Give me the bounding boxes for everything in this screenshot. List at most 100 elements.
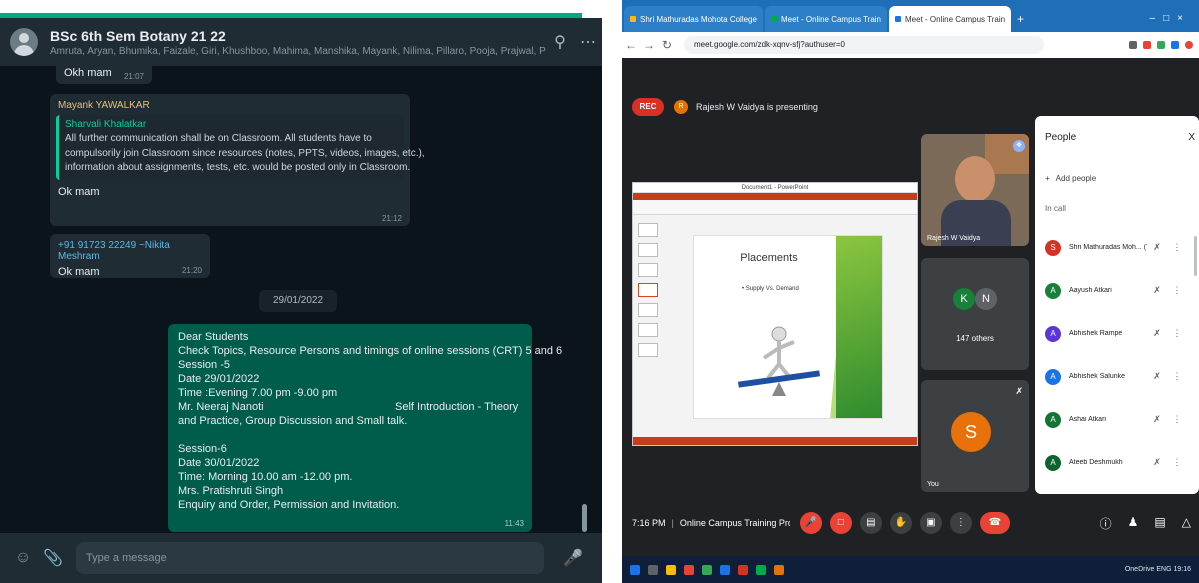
participant-menu-icon[interactable]: ⋮	[1167, 371, 1187, 382]
message-time: 21:20	[181, 266, 202, 275]
camera-off-icon[interactable]: □	[829, 512, 852, 534]
participant-menu-icon[interactable]: ⋮	[1167, 242, 1187, 253]
chat-header[interactable]: BSc 6th Sem Botany 21 22 Amruta, Aryan, …	[0, 18, 602, 66]
participant-row[interactable]: A Abhishek Rampe ✗ ⋮	[1035, 312, 1199, 355]
participant-row[interactable]: A✗⋮	[1035, 484, 1199, 494]
browser-tab[interactable]: Meet - Online Campus Train	[764, 6, 887, 32]
group-avatar[interactable]	[10, 28, 38, 56]
info-icon[interactable]: ⓘ	[1100, 515, 1112, 532]
microphone-off-icon[interactable]: 🎤	[799, 512, 822, 534]
slide-thumbnail	[638, 343, 658, 357]
quote-line: compulsorily join Classroom since resour…	[65, 147, 425, 159]
ppt-title: Document1 - PowerPoint	[633, 183, 917, 193]
emoji-icon[interactable]: ☺	[8, 549, 38, 567]
people-scrollbar[interactable]	[1194, 236, 1197, 276]
search-taskbar-icon[interactable]	[648, 564, 658, 575]
quote-line: information about assignments, tests, et…	[65, 162, 411, 173]
participant-avatar-k: K	[953, 288, 975, 310]
participant-face	[955, 156, 995, 202]
search-icon[interactable]: ⚲	[546, 32, 574, 52]
participant-name: Shri Mathuradas Moh... (You)	[1069, 244, 1147, 251]
incoming-message: Okh mam 21:07	[56, 66, 152, 84]
microphone-icon[interactable]: 🎤	[558, 548, 588, 568]
participant-row[interactable]: A Ashai Atkari ✗ ⋮	[1035, 398, 1199, 441]
message-line: Dear Students	[178, 331, 249, 343]
mic-muted-icon: ✗	[1153, 457, 1161, 467]
add-people-button[interactable]: + Add people	[1045, 174, 1096, 183]
more-options-icon[interactable]: ⋮	[949, 512, 972, 534]
tab-label: Meet - Online Campus Train	[905, 14, 1006, 24]
browser-tab[interactable]: Shri Mathuradas Mohota College	[624, 6, 763, 32]
message-time: 21:07	[123, 72, 144, 81]
participant-menu-icon[interactable]: ⋮	[1167, 414, 1187, 425]
message-line: Time: Morning 10.00 am -12.00 pm.	[178, 470, 353, 483]
raise-hand-icon[interactable]: ✋	[889, 512, 912, 534]
start-icon[interactable]	[630, 564, 640, 575]
attach-icon[interactable]: 📎	[38, 548, 68, 568]
participant-menu-icon[interactable]: ⋮	[1167, 328, 1187, 339]
self-label: You	[927, 481, 939, 488]
tab-label: Meet - Online Campus Train	[780, 14, 881, 24]
url-field[interactable]: meet.google.com/zdk-xqnv-sfj?authuser=0	[684, 36, 1044, 54]
hang-up-icon[interactable]: ☎	[979, 512, 1010, 534]
message-input[interactable]	[76, 542, 544, 574]
people-icon[interactable]: ♟	[1128, 515, 1139, 532]
extension-icon[interactable]	[1171, 41, 1179, 49]
back-icon[interactable]: ←	[622, 38, 640, 52]
app-icon[interactable]	[684, 564, 694, 575]
others-tile[interactable]: K N 147 others	[921, 258, 1029, 370]
participant-row[interactable]: A Aayush Atkari ✗ ⋮	[1035, 269, 1199, 312]
window-controls[interactable]: –□×	[1150, 13, 1191, 24]
present-icon[interactable]: ▣	[919, 512, 942, 534]
chat-header-titles[interactable]: BSc 6th Sem Botany 21 22 Amruta, Aryan, …	[50, 28, 546, 57]
captions-icon[interactable]: ▤	[859, 512, 882, 534]
participant-menu-icon[interactable]: ⋮	[1167, 285, 1187, 296]
app-icon[interactable]	[720, 564, 730, 575]
participant-name: Ashai Atkari	[1069, 416, 1106, 423]
app-icon[interactable]	[738, 564, 748, 575]
self-avatar: S	[951, 412, 991, 452]
extension-icon[interactable]	[1143, 41, 1151, 49]
mic-muted-icon: ✗	[1153, 328, 1161, 338]
participant-row[interactable]: S Shri Mathuradas Moh... (You) ✗ ⋮	[1035, 226, 1199, 269]
activities-icon[interactable]: △	[1182, 515, 1191, 532]
app-icon[interactable]	[756, 564, 766, 575]
participant-row[interactable]: A Ateeb Deshmukh ✗ ⋮	[1035, 441, 1199, 484]
mic-muted-icon: ✗	[1153, 371, 1161, 381]
app-icon[interactable]	[666, 564, 676, 575]
app-icon[interactable]	[702, 564, 712, 575]
participant-row[interactable]: A Abhishek Salunke ✗ ⋮	[1035, 355, 1199, 398]
forward-icon[interactable]: →	[640, 38, 658, 52]
participant-avatar: A	[1045, 325, 1061, 342]
incoming-message: +91 91723 22249 ~Nikita Meshram Ok mam 2…	[50, 234, 210, 278]
meeting-controls-bar: 7:16 PM | Online Campus Training Program…	[622, 496, 1199, 550]
participant-name: Rajesh W Vaidya	[927, 235, 981, 242]
extension-icon[interactable]	[1157, 41, 1165, 49]
chat-icon[interactable]: ▤	[1154, 515, 1165, 532]
reload-icon[interactable]: ↻	[658, 38, 676, 52]
tab-favicon-icon	[770, 16, 777, 22]
new-tab-icon[interactable]: +	[1017, 12, 1024, 26]
slide-thumbnail	[638, 303, 658, 317]
close-icon[interactable]: X	[1188, 132, 1195, 143]
quoted-message[interactable]: Sharvali Khalatkar All further communica…	[56, 115, 425, 180]
pin-icon[interactable]: ❖	[1013, 140, 1025, 152]
browser-tab-active[interactable]: Meet - Online Campus Train	[889, 6, 1012, 32]
chat-scrollbar[interactable]	[582, 504, 587, 532]
participant-menu-icon[interactable]: ⋮	[1167, 457, 1187, 468]
add-people-label: Add people	[1055, 174, 1097, 183]
browser-tab-strip: Shri Mathuradas Mohota College Meet - On…	[622, 0, 1199, 32]
chat-area: Okh mam 21:07 Mayank YAWALKAR Sharvali K…	[0, 66, 602, 533]
shared-screen: Document1 - PowerPoint Placements • Supp…	[632, 182, 918, 446]
mic-off-icon: ✗	[1015, 386, 1023, 396]
ppt-status-bar	[633, 437, 917, 445]
whatsapp-window: BSc 6th Sem Botany 21 22 Amruta, Aryan, …	[0, 0, 602, 583]
app-icon[interactable]	[774, 564, 784, 575]
extension-icon[interactable]	[1129, 41, 1137, 49]
slide-thumbnail	[638, 263, 658, 277]
menu-dots-icon[interactable]: ⋯	[574, 32, 602, 52]
profile-icon[interactable]	[1185, 41, 1193, 49]
self-tile[interactable]: ✗ S You	[921, 380, 1029, 492]
participant-video-tile[interactable]: ❖ Rajesh W Vaidya	[921, 134, 1029, 246]
quoted-sender: Sharvali Khalatkar	[65, 119, 147, 130]
